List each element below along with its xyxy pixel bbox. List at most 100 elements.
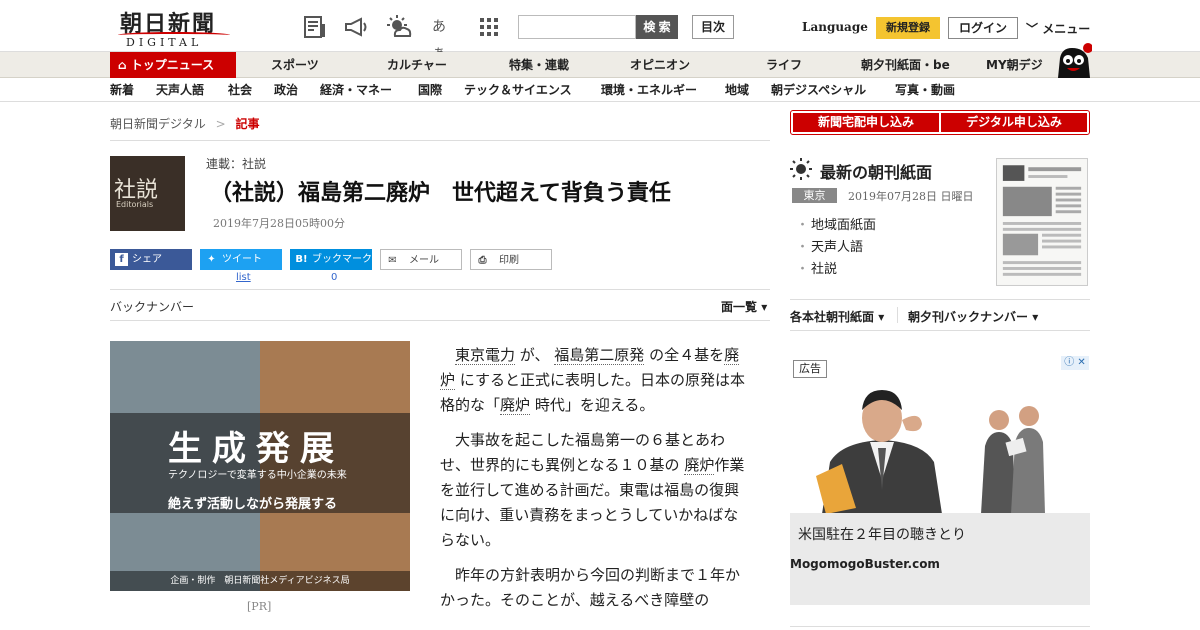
nav-opinion[interactable]: オピニオン xyxy=(630,52,690,78)
print-label: 印刷 xyxy=(499,255,519,266)
register-button[interactable]: 新規登録 xyxy=(876,17,940,39)
login-button[interactable]: ログイン xyxy=(948,17,1018,39)
printer-icon: ⎙ xyxy=(478,255,487,266)
article-body: 東京電力 が、 福島第二原発 の全４基を廃炉 にすると正式に表明した。日本の原発… xyxy=(440,343,750,623)
page-list-dropdown[interactable]: 面一覧 ▾ xyxy=(721,298,767,315)
bookmark-count[interactable]: 0 xyxy=(331,272,337,283)
newspaper-icon[interactable] xyxy=(302,14,328,40)
nav2-environment[interactable]: 環境・エネルギー xyxy=(601,78,697,102)
breadcrumb-current: 記事 xyxy=(235,117,260,131)
keyword-link[interactable]: 廃炉 xyxy=(684,456,715,475)
series-thumbnail[interactable]: 社説 Editorials xyxy=(110,156,185,231)
nav2-economy[interactable]: 経済・マネー xyxy=(320,78,392,102)
nav2-international[interactable]: 国際 xyxy=(418,78,442,102)
mail-button[interactable]: ✉ メール xyxy=(380,249,462,270)
keyword-link[interactable]: 東京電力 xyxy=(455,346,516,365)
apps-grid-icon[interactable] xyxy=(476,14,502,40)
table-of-contents-button[interactable]: 目次 xyxy=(692,15,734,39)
nav-top-news[interactable]: ⌂ トップニュース xyxy=(110,52,236,78)
text: の全４基を xyxy=(649,346,725,364)
site-logo[interactable]: 朝日新聞 DIGITAL xyxy=(118,6,230,49)
nav2-society[interactable]: 社会 xyxy=(228,78,252,102)
share-label: シェア xyxy=(132,254,162,265)
nav2-photo[interactable]: 写真・動画 xyxy=(895,78,955,102)
pr-label: [PR] xyxy=(247,600,272,613)
divider xyxy=(110,140,770,141)
paper-link-editorial[interactable]: 社説 xyxy=(796,258,837,277)
nav2-latest[interactable]: 新着 xyxy=(110,78,134,102)
back-number-dropdown-label: 朝夕刊バックナンバー xyxy=(908,310,1029,324)
divider xyxy=(897,307,898,323)
article-date: 2019年7月28日05時00分 xyxy=(213,217,345,230)
logo-sub-text: DIGITAL xyxy=(126,36,203,49)
back-number-label[interactable]: バックナンバー xyxy=(110,298,194,315)
megaphone-icon[interactable] xyxy=(343,14,369,40)
ad-photo-businessmen[interactable] xyxy=(967,380,1055,514)
paper-link-regional[interactable]: 地域面紙面 xyxy=(796,214,876,233)
tweet-button[interactable]: ✦ ツイート xyxy=(200,249,282,270)
search-button[interactable]: 検 索 xyxy=(636,15,678,39)
nav2-tech[interactable]: テック＆サイエンス xyxy=(464,78,572,102)
ad-title[interactable]: 米国駐在２年目の聴きとり xyxy=(798,524,966,544)
site-header: 朝日新聞 DIGITAL あぁ 検 索 目次 Language 新規登録 ログイ xyxy=(0,0,1200,61)
breadcrumb: 朝日新聞デジタル > 記事 xyxy=(110,115,260,132)
nav-my-asahi[interactable]: MY朝デジ xyxy=(986,52,1043,78)
sun-icon xyxy=(790,158,812,180)
newspaper-thumbnail[interactable] xyxy=(996,158,1088,286)
nav2-region[interactable]: 地域 xyxy=(725,78,749,102)
back-number-dropdown[interactable]: 朝夕刊バックナンバー ▾ xyxy=(908,308,1038,325)
promo-headline: 生成発展 xyxy=(168,429,344,469)
nav-life[interactable]: ライフ xyxy=(766,52,802,78)
divider xyxy=(790,299,1090,300)
menu-button[interactable]: ﹀ メニュー xyxy=(1026,20,1090,37)
paper-date: 2019年07月28日 日曜日 xyxy=(848,190,974,203)
subscribe-paper-button[interactable]: 新聞宅配申し込み xyxy=(793,113,939,132)
regional-paper-label: 各本社朝刊紙面 xyxy=(790,310,875,324)
nav2-politics[interactable]: 政治 xyxy=(274,78,298,102)
caret-down-icon: ▾ xyxy=(761,300,768,314)
page-list-label: 面一覧 xyxy=(721,300,758,314)
search-input[interactable] xyxy=(518,15,636,39)
nav-culture[interactable]: カルチャー xyxy=(387,52,447,78)
ad-source[interactable]: MogomogoBuster.com xyxy=(790,557,940,571)
language-link[interactable]: Language xyxy=(802,20,868,34)
hatena-bookmark-button[interactable]: B! ブックマーク xyxy=(290,249,372,270)
keyword-link[interactable]: 廃炉 xyxy=(500,396,531,415)
paragraph: 大事故を起こした福島第一の６基とあわせ、世界的にも異例となる１０基の 廃炉作業を… xyxy=(440,428,750,553)
menu-button-label: メニュー xyxy=(1042,22,1091,36)
hatena-icon: B! xyxy=(295,254,308,265)
text: 大事故を起こした福島第一の６基とあわせ、世界的にも異例となる１０基の xyxy=(440,431,726,474)
paper-link-tensei[interactable]: 天声人語 xyxy=(796,236,863,255)
nav2-tensei[interactable]: 天声人語 xyxy=(156,78,204,102)
promo-credit: 企画・制作 朝日新聞社メディアビジネス局 xyxy=(110,571,410,591)
tweet-count[interactable]: list xyxy=(236,272,251,283)
breadcrumb-home[interactable]: 朝日新聞デジタル xyxy=(110,117,206,131)
nav-features[interactable]: 特集・連載 xyxy=(509,52,569,78)
article-title: （社説）福島第二廃炉 世代超えて背負う責任 xyxy=(210,181,671,206)
paragraph: 東京電力 が、 福島第二原発 の全４基を廃炉 にすると正式に表明した。日本の原発… xyxy=(440,343,750,418)
ad-choices-icon[interactable]: ⓘ ✕ xyxy=(1061,356,1089,370)
nav2-special[interactable]: 朝デジスペシャル xyxy=(771,78,866,102)
latest-paper-heading[interactable]: 最新の朝刊紙面 xyxy=(820,159,932,183)
subscribe-bar: 新聞宅配申し込み デジタル申し込み xyxy=(790,110,1090,135)
facebook-share-button[interactable]: f シェア xyxy=(110,249,192,270)
bookmark-label: ブックマーク xyxy=(312,254,372,265)
ad-photo-listening-man[interactable] xyxy=(802,380,962,514)
primary-nav: ⌂ トップニュース スポーツ カルチャー 特集・連載 オピニオン ライフ 朝夕刊… xyxy=(0,52,1200,78)
print-button[interactable]: ⎙ 印刷 xyxy=(470,249,552,270)
promo-subtitle: テクノロジーで変革する中小企業の未来 xyxy=(168,470,347,481)
nav-sports[interactable]: スポーツ xyxy=(271,52,319,78)
regional-paper-dropdown[interactable]: 各本社朝刊紙面 ▾ xyxy=(790,308,884,325)
keyword-link[interactable]: 福島第二原発 xyxy=(554,346,645,365)
series-label[interactable]: 連載：社説 xyxy=(206,155,266,172)
subscribe-digital-button[interactable]: デジタル申し込み xyxy=(941,113,1087,132)
font-size-icon[interactable]: あぁ xyxy=(432,14,458,61)
mascot-icon[interactable] xyxy=(1054,42,1092,78)
secondary-nav: 新着 天声人語 社会 政治 経済・マネー 国際 テック＆サイエンス 環境・エネル… xyxy=(0,78,1200,102)
nav-paper[interactable]: 朝夕刊紙面・be xyxy=(861,52,950,78)
tweet-label: ツイート xyxy=(222,254,262,265)
region-badge: 東京 xyxy=(792,188,837,203)
weather-icon[interactable] xyxy=(386,14,412,40)
mail-icon: ✉ xyxy=(388,255,397,266)
promo-banner[interactable]: 生成発展 テクノロジーで変革する中小企業の未来 絶えず活動しながら発展する 企画… xyxy=(110,341,410,591)
